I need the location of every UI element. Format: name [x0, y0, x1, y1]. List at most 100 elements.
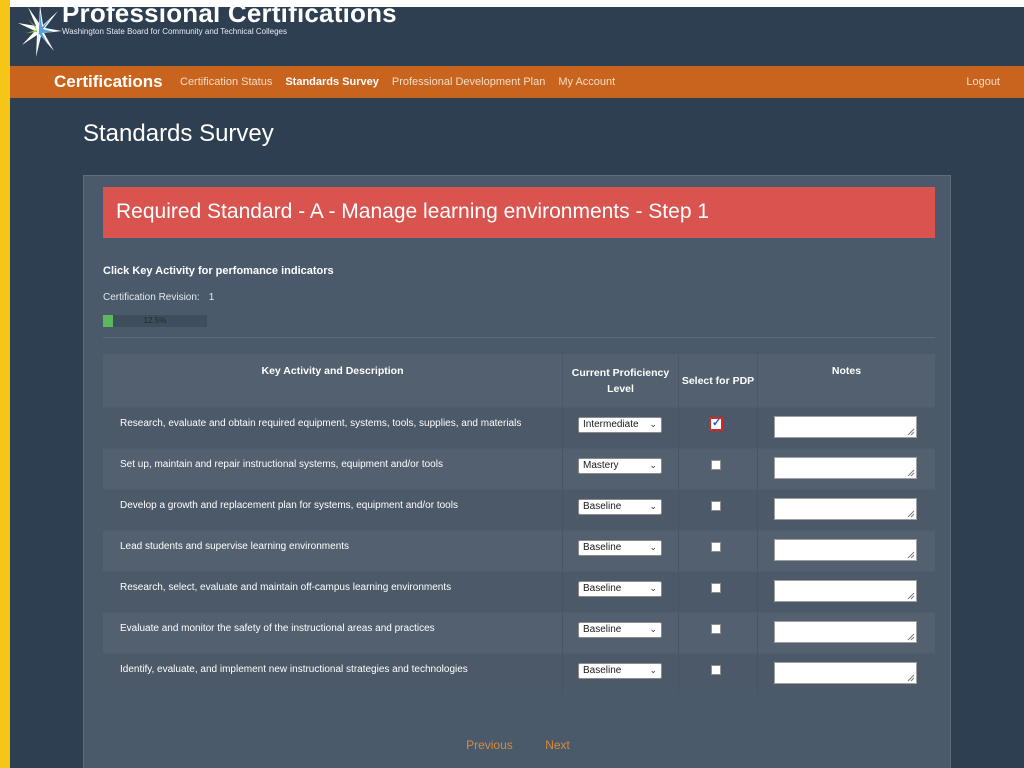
key-activity-link[interactable]: Research, evaluate and obtain required e… — [120, 418, 521, 429]
notes-textarea[interactable] — [774, 498, 917, 520]
table-row: Research, evaluate and obtain required e… — [103, 407, 935, 448]
table-body: Research, evaluate and obtain required e… — [103, 407, 935, 694]
page: Professional Certifications Washington S… — [10, 7, 1024, 768]
notes-textarea[interactable] — [774, 580, 917, 602]
proficiency-select[interactable]: Baseline ⌄ — [578, 663, 662, 679]
notes-textarea[interactable] — [774, 662, 917, 684]
column-divider — [678, 408, 679, 448]
column-divider — [757, 613, 758, 653]
site-header: Professional Certifications Washington S… — [10, 7, 1024, 66]
revision-label: Certification Revision: — [103, 292, 200, 303]
proficiency-value: Baseline — [583, 665, 622, 676]
proficiency-value: Baseline — [583, 624, 622, 635]
nav-link-certification-status[interactable]: Certification Status — [180, 76, 272, 88]
nav-links: Certification Status Standards Survey Pr… — [180, 76, 615, 88]
proficiency-value: Intermediate — [583, 419, 639, 430]
top-edge — [10, 0, 1024, 7]
checkmark-icon: ✓ — [712, 417, 722, 429]
proficiency-select[interactable]: Mastery ⌄ — [578, 458, 662, 474]
chevron-down-icon: ⌄ — [649, 624, 657, 634]
column-divider — [757, 490, 758, 530]
select-for-pdp-checkbox[interactable] — [711, 501, 721, 511]
key-activity-link[interactable]: Develop a growth and replacement plan fo… — [120, 500, 458, 511]
select-for-pdp-checkbox[interactable] — [711, 665, 721, 675]
proficiency-select[interactable]: Baseline ⌄ — [578, 540, 662, 556]
table-row: Evaluate and monitor the safety of the i… — [103, 612, 935, 653]
column-divider — [562, 490, 563, 530]
column-divider — [562, 613, 563, 653]
header-notes: Notes — [757, 354, 935, 407]
key-activity-table: Key Activity and Description Current Pro… — [103, 354, 935, 694]
banner-title: Required Standard - A - Manage learning … — [116, 200, 710, 223]
notes-textarea[interactable] — [774, 416, 917, 438]
resize-grip-icon — [907, 592, 915, 600]
column-divider — [678, 613, 679, 653]
nav-bar: Certifications Certification Status Stan… — [10, 66, 1024, 98]
next-link[interactable]: Next — [545, 738, 570, 752]
column-divider — [757, 531, 758, 571]
column-divider — [757, 408, 758, 448]
nav-link-professional-development-plan[interactable]: Professional Development Plan — [392, 76, 545, 88]
key-activity-link[interactable]: Identify, evaluate, and implement new in… — [120, 664, 468, 675]
notes-textarea[interactable] — [774, 621, 917, 643]
nav-link-my-account[interactable]: My Account — [558, 76, 615, 88]
table-row: Lead students and supervise learning env… — [103, 530, 935, 571]
pager: Previous Next — [84, 736, 952, 754]
resize-grip-icon — [907, 510, 915, 518]
proficiency-value: Mastery — [583, 460, 619, 471]
revision-value: 1 — [208, 292, 215, 303]
select-for-pdp-checkbox[interactable] — [711, 583, 721, 593]
notes-textarea[interactable] — [774, 457, 917, 479]
proficiency-value: Baseline — [583, 501, 622, 512]
resize-grip-icon — [907, 633, 915, 641]
column-divider — [757, 654, 758, 694]
key-activity-link[interactable]: Research, select, evaluate and maintain … — [120, 582, 451, 593]
resize-grip-icon — [907, 674, 915, 682]
survey-panel: Required Standard - A - Manage learning … — [83, 175, 951, 768]
chevron-down-icon: ⌄ — [649, 583, 657, 593]
column-divider — [757, 449, 758, 489]
previous-link[interactable]: Previous — [466, 738, 513, 752]
column-divider — [562, 654, 563, 694]
proficiency-value: Baseline — [583, 542, 622, 553]
chevron-down-icon: ⌄ — [649, 542, 657, 552]
key-activity-link[interactable]: Evaluate and monitor the safety of the i… — [120, 623, 435, 634]
key-activity-link[interactable]: Set up, maintain and repair instructiona… — [120, 459, 443, 470]
site-subtitle: Washington State Board for Community and… — [62, 27, 288, 36]
column-divider — [562, 408, 563, 448]
proficiency-select[interactable]: Baseline ⌄ — [578, 622, 662, 638]
nav-link-standards-survey[interactable]: Standards Survey — [285, 76, 379, 88]
table-row: Set up, maintain and repair instructiona… — [103, 448, 935, 489]
site-title: Professional Certifications — [62, 7, 397, 28]
progress-bar: 12.5% — [103, 315, 207, 327]
table-row: Identify, evaluate, and implement new in… — [103, 653, 935, 694]
nav-brand[interactable]: Certifications — [54, 72, 163, 92]
instructions-text: Click Key Activity for perfomance indica… — [103, 265, 334, 277]
table-header: Key Activity and Description Current Pro… — [103, 354, 935, 407]
progress-label: 12.5% — [143, 316, 167, 325]
column-divider — [678, 572, 679, 612]
proficiency-select[interactable]: Intermediate ⌄ — [578, 417, 662, 433]
header-select-pdp: Select for PDP — [678, 354, 757, 407]
column-divider — [562, 572, 563, 612]
resize-grip-icon — [907, 551, 915, 559]
column-divider — [678, 490, 679, 530]
column-divider — [678, 531, 679, 571]
column-divider — [562, 449, 563, 489]
select-for-pdp-checkbox[interactable]: ✓ — [709, 417, 723, 431]
proficiency-select[interactable]: Baseline ⌄ — [578, 581, 662, 597]
notes-textarea[interactable] — [774, 539, 917, 561]
select-for-pdp-checkbox[interactable] — [711, 542, 721, 552]
proficiency-select[interactable]: Baseline ⌄ — [578, 499, 662, 515]
divider — [103, 337, 935, 338]
select-for-pdp-checkbox[interactable] — [711, 624, 721, 634]
key-activity-link[interactable]: Lead students and supervise learning env… — [120, 541, 349, 552]
column-divider — [678, 654, 679, 694]
header-key-activity: Key Activity and Description — [261, 364, 404, 377]
starburst-logo-icon — [18, 7, 62, 57]
chevron-down-icon: ⌄ — [649, 665, 657, 675]
proficiency-value: Baseline — [583, 583, 622, 594]
table-row: Develop a growth and replacement plan fo… — [103, 489, 935, 530]
select-for-pdp-checkbox[interactable] — [711, 460, 721, 470]
logout-link[interactable]: Logout — [966, 76, 1000, 88]
